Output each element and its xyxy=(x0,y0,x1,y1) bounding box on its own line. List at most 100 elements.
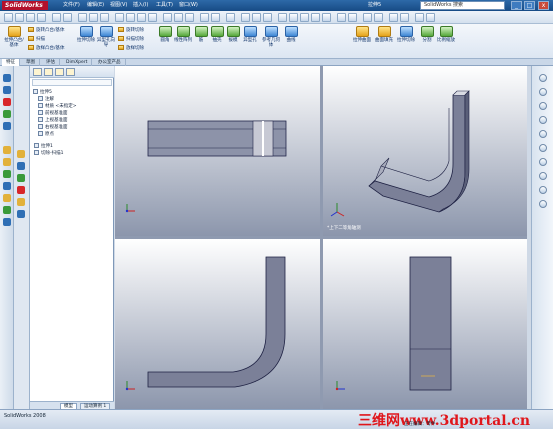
rebuild-icon[interactable] xyxy=(89,13,98,22)
menu-tools[interactable]: 工具(T) xyxy=(156,0,173,11)
fill-surface-button[interactable]: 曲面填充 xyxy=(374,26,394,43)
wireframe-icon[interactable] xyxy=(174,13,183,22)
trim-icon[interactable] xyxy=(3,146,11,154)
select-icon[interactable] xyxy=(78,13,87,22)
hidden-lines-icon[interactable] xyxy=(337,13,346,22)
offset-icon[interactable] xyxy=(3,158,11,166)
convert-entities-icon[interactable] xyxy=(3,218,11,226)
tree-item-origin[interactable]: 原点 xyxy=(38,131,54,138)
pan-icon[interactable] xyxy=(148,13,157,22)
play-icon[interactable] xyxy=(200,13,209,22)
extrude-cut-button[interactable]: 拉伸切除 xyxy=(77,26,95,43)
rotate-view-icon[interactable] xyxy=(137,13,146,22)
right-view-icon[interactable] xyxy=(311,13,320,22)
palette-icon[interactable] xyxy=(539,200,547,208)
tab-dimxpert[interactable]: DimXpert xyxy=(62,59,93,66)
extrude-boss-button[interactable]: 拉伸凸台/基体 xyxy=(3,26,25,48)
loft-cut-button[interactable]: 放样切除 xyxy=(118,45,144,52)
menu-window[interactable]: 窗口(W) xyxy=(179,0,198,11)
redo-icon[interactable] xyxy=(63,13,72,22)
tree-item-right-plane[interactable]: 右视基准面 xyxy=(38,124,68,131)
record-icon[interactable] xyxy=(211,13,220,22)
view-orientation-icon[interactable] xyxy=(278,13,287,22)
search-results-icon[interactable] xyxy=(539,116,547,124)
document-recovery-icon[interactable] xyxy=(539,186,547,194)
isometric-icon[interactable] xyxy=(322,13,331,22)
viewport-top[interactable] xyxy=(115,66,320,236)
centerline-icon[interactable] xyxy=(17,174,25,182)
spline-icon[interactable] xyxy=(3,122,11,130)
hole-wizard-button[interactable]: 异型孔向导 xyxy=(96,26,116,48)
tree-item-material[interactable]: 材质 <未指定> xyxy=(38,103,76,110)
pattern-icon[interactable] xyxy=(3,182,11,190)
tree-root[interactable]: 拉伸5 xyxy=(33,89,52,96)
text-icon[interactable] xyxy=(17,198,25,206)
top-view-icon[interactable] xyxy=(300,13,309,22)
extrude-surface-button[interactable]: 拉伸曲面 xyxy=(352,26,372,43)
measure-icon[interactable] xyxy=(374,13,383,22)
viewport-right[interactable] xyxy=(323,239,527,409)
extrude-cut-2-button[interactable]: 拉伸切除 xyxy=(396,26,416,43)
menu-view[interactable]: 视图(V) xyxy=(110,0,127,11)
sketch-icon[interactable] xyxy=(389,13,398,22)
undo-icon[interactable] xyxy=(52,13,61,22)
menu-insert[interactable]: 插入(I) xyxy=(133,0,148,11)
rectangle-icon[interactable] xyxy=(3,86,11,94)
point-icon[interactable] xyxy=(17,162,25,170)
tab-evaluate[interactable]: 评估 xyxy=(42,59,60,66)
layer-icon[interactable] xyxy=(415,13,424,22)
curves-button[interactable]: 曲线 xyxy=(284,26,298,43)
dimxpert-tab-icon[interactable] xyxy=(66,68,75,76)
new-icon[interactable] xyxy=(4,13,13,22)
minimize-button[interactable]: _ xyxy=(511,1,522,10)
arc-icon[interactable] xyxy=(3,110,11,118)
tree-item-top-plane[interactable]: 上视基准面 xyxy=(38,117,68,124)
scale-button[interactable]: 比例缩放 xyxy=(436,26,456,43)
revolve-cut-button[interactable]: 旋转切除 xyxy=(118,27,144,34)
mirror-icon[interactable] xyxy=(3,170,11,178)
save-file-icon[interactable] xyxy=(263,13,272,22)
viewport-front[interactable] xyxy=(115,239,320,409)
close-button[interactable]: x xyxy=(538,1,549,10)
shaded-icon[interactable] xyxy=(163,13,172,22)
feature-tree-tab-icon[interactable] xyxy=(33,68,42,76)
solidworks-logo[interactable]: SolidWorks xyxy=(2,1,48,10)
filter-icon[interactable] xyxy=(32,79,112,86)
save-icon[interactable] xyxy=(26,13,35,22)
draft-button[interactable]: 拔模 xyxy=(226,26,240,43)
viewport-isometric[interactable]: *上下二等角轴测 xyxy=(323,66,527,236)
open-file-icon[interactable] xyxy=(252,13,261,22)
resources-icon[interactable] xyxy=(539,74,547,82)
perspective-icon[interactable] xyxy=(348,13,357,22)
linear-pattern-button[interactable]: 线性阵列 xyxy=(174,26,192,43)
design-library-icon[interactable] xyxy=(539,88,547,96)
fillet-sketch-icon[interactable] xyxy=(17,186,25,194)
maximize-button[interactable]: □ xyxy=(524,1,535,10)
file-explorer-icon[interactable] xyxy=(539,102,547,110)
tree-item-extrude1[interactable]: 拉伸1 xyxy=(34,143,53,150)
custom-properties-icon[interactable] xyxy=(539,158,547,166)
revolve-boss-button[interactable]: 旋转凸台/基体 xyxy=(28,27,65,34)
hole-button[interactable]: 异型孔 xyxy=(242,26,258,43)
print-icon[interactable] xyxy=(37,13,46,22)
toolbox-icon[interactable] xyxy=(539,172,547,180)
menu-file[interactable]: 文件(F) xyxy=(63,0,80,11)
fillet-button[interactable]: 圆角 xyxy=(158,26,172,43)
options-icon[interactable] xyxy=(100,13,109,22)
appearances-icon[interactable] xyxy=(539,144,547,152)
property-manager-tab-icon[interactable] xyxy=(44,68,53,76)
tree-item-front-plane[interactable]: 前视基准面 xyxy=(38,110,68,117)
smart-dim-icon[interactable] xyxy=(17,150,25,158)
tab-features[interactable]: 特征 xyxy=(2,59,20,66)
zoom-fit-icon[interactable] xyxy=(115,13,124,22)
tree-item-cut-sweep1[interactable]: 切除-扫描1 xyxy=(34,150,64,157)
configuration-tab-icon[interactable] xyxy=(55,68,64,76)
relations-icon[interactable] xyxy=(3,194,11,202)
standard-views-icon[interactable] xyxy=(226,13,235,22)
menu-edit[interactable]: 编辑(E) xyxy=(87,0,104,11)
smart-dimension-icon[interactable] xyxy=(400,13,409,22)
loft-boss-button[interactable]: 放样凸台/基体 xyxy=(28,45,65,52)
dimension-icon[interactable] xyxy=(3,206,11,214)
view-palette-icon[interactable] xyxy=(539,130,547,138)
sweep-cut-button[interactable]: 扫描切除 xyxy=(118,36,144,43)
